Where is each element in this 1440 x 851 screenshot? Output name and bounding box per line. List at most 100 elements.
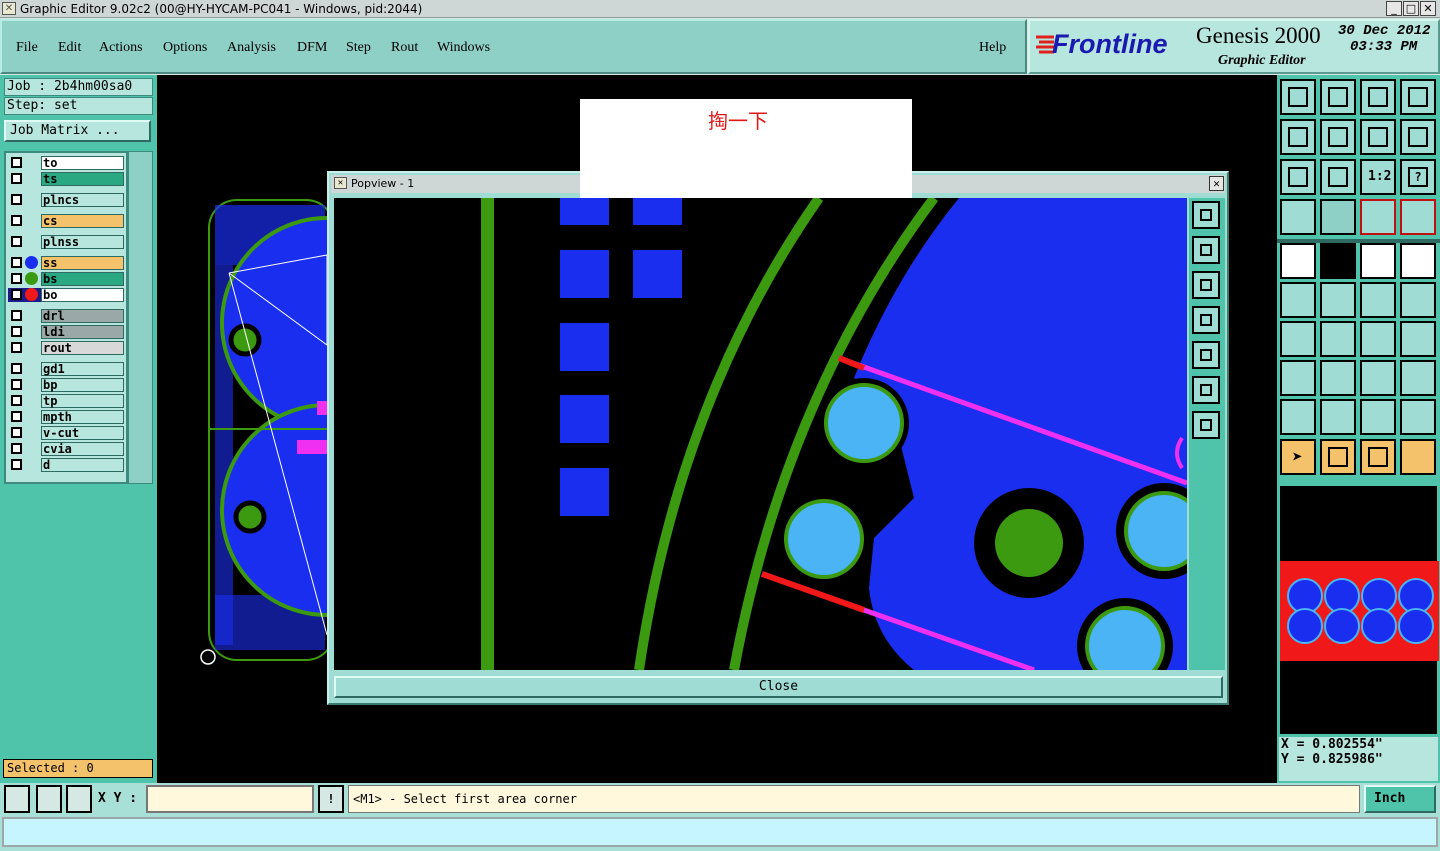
layer-name[interactable]: plncs bbox=[41, 193, 124, 207]
layer-checkbox[interactable] bbox=[11, 443, 22, 454]
layer-checkbox[interactable] bbox=[11, 289, 22, 300]
menu-actions[interactable]: Actions bbox=[99, 40, 143, 56]
zoom-down-icon[interactable] bbox=[1320, 79, 1356, 115]
layer-name[interactable]: cvia bbox=[41, 442, 124, 456]
popview-zoom-view[interactable] bbox=[334, 198, 1187, 670]
layer-row-bp[interactable]: bp bbox=[8, 378, 124, 392]
ruler-icon[interactable] bbox=[1360, 243, 1396, 279]
job-matrix-button[interactable]: Job Matrix ... bbox=[4, 120, 151, 142]
close-window-button[interactable]: ✕ bbox=[1420, 1, 1436, 16]
triangle-icon[interactable] bbox=[1280, 399, 1316, 435]
dimension-icon[interactable] bbox=[1360, 360, 1396, 396]
menu-edit[interactable]: Edit bbox=[58, 40, 81, 56]
menu-windows[interactable]: Windows bbox=[437, 40, 490, 56]
layer-name[interactable]: ts bbox=[41, 172, 124, 186]
units-dropdown[interactable]: Inch bbox=[1364, 785, 1436, 813]
layer-name[interactable]: plnss bbox=[41, 235, 124, 249]
snap-icon[interactable] bbox=[4, 785, 30, 813]
overview-map[interactable] bbox=[1279, 485, 1439, 735]
layer-row-drl[interactable]: drl bbox=[8, 309, 124, 323]
layer-row-ss[interactable]: ss bbox=[8, 256, 124, 270]
minimize-button[interactable]: _ bbox=[1386, 1, 1402, 16]
layer-name[interactable]: gd1 bbox=[41, 362, 124, 376]
split-view-icon[interactable] bbox=[1400, 79, 1436, 115]
popview-pan-up-icon[interactable] bbox=[1192, 236, 1220, 264]
angle-icon[interactable] bbox=[1280, 321, 1316, 357]
layer-row-ts[interactable]: ts bbox=[8, 172, 124, 186]
pad-add-icon[interactable] bbox=[1280, 360, 1316, 396]
layer-row-gd1[interactable]: gd1 bbox=[8, 362, 124, 376]
layer-row-tp[interactable]: tp bbox=[8, 394, 124, 408]
layer-checkbox[interactable] bbox=[11, 173, 22, 184]
layer-checkbox[interactable] bbox=[11, 310, 22, 321]
menu-analysis[interactable]: Analysis bbox=[227, 40, 276, 56]
layer-row-cs[interactable]: cs bbox=[8, 214, 124, 228]
swap-icon[interactable] bbox=[1360, 119, 1396, 155]
a-shape-icon[interactable] bbox=[1320, 399, 1356, 435]
layer-row-rout[interactable]: rout bbox=[8, 341, 124, 355]
snake-icon[interactable] bbox=[1400, 119, 1436, 155]
layer-checkbox[interactable] bbox=[11, 257, 22, 268]
layer-name[interactable]: to bbox=[41, 156, 124, 170]
line-stretch-icon[interactable] bbox=[1400, 282, 1436, 318]
layer-checkbox[interactable] bbox=[11, 236, 22, 247]
layer-checkbox[interactable] bbox=[11, 379, 22, 390]
measure-icon[interactable] bbox=[36, 785, 62, 813]
layer-checkbox[interactable] bbox=[11, 194, 22, 205]
layer-checkbox[interactable] bbox=[11, 427, 22, 438]
menu-options[interactable]: Options bbox=[163, 40, 207, 56]
help-icon[interactable]: ? bbox=[1400, 159, 1436, 195]
pan-left-icon[interactable] bbox=[1280, 119, 1316, 155]
layer-checkbox[interactable] bbox=[11, 459, 22, 470]
layer-name[interactable]: drl bbox=[41, 309, 124, 323]
layer-row-v-cut[interactable]: v-cut bbox=[8, 426, 124, 440]
layer-row-bs[interactable]: bs bbox=[8, 272, 124, 286]
popview-close-icon[interactable]: ✕ bbox=[1209, 176, 1224, 191]
select-feature-icon[interactable] bbox=[1280, 243, 1316, 279]
popview-zoom-icon[interactable] bbox=[1192, 201, 1220, 229]
cross-icon[interactable] bbox=[1320, 282, 1356, 318]
layer-name[interactable]: bs bbox=[41, 272, 124, 286]
xy-input[interactable] bbox=[146, 785, 314, 813]
layer-name[interactable]: rout bbox=[41, 341, 124, 355]
layer-name[interactable]: v-cut bbox=[41, 426, 124, 440]
arc-icon[interactable] bbox=[1360, 321, 1396, 357]
layer-name[interactable]: tp bbox=[41, 394, 124, 408]
menu-dfm[interactable]: DFM bbox=[297, 40, 327, 56]
connect-icon[interactable] bbox=[1280, 282, 1316, 318]
pointer-icon[interactable]: ➤ bbox=[1280, 439, 1316, 475]
a-shape-icon-2[interactable] bbox=[1400, 399, 1436, 435]
ratio-icon[interactable]: 1:2 bbox=[1360, 159, 1396, 195]
pointer-box-icon[interactable] bbox=[1320, 439, 1356, 475]
popview-canvas[interactable] bbox=[334, 198, 1187, 670]
popview-zoom-out-icon[interactable] bbox=[1192, 411, 1220, 439]
layer-list-scrollbar[interactable] bbox=[128, 151, 153, 484]
layer-name[interactable]: ss bbox=[41, 256, 124, 270]
layer-row-plnss[interactable]: plnss bbox=[8, 235, 124, 249]
popview-pan-down-icon[interactable] bbox=[1192, 271, 1220, 299]
layer-checkbox[interactable] bbox=[11, 326, 22, 337]
layer-name[interactable]: bp bbox=[41, 378, 124, 392]
layer-name[interactable]: bo bbox=[41, 288, 124, 302]
popview-zoom-in-icon[interactable] bbox=[1192, 376, 1220, 404]
layer-checkbox[interactable] bbox=[11, 363, 22, 374]
layer-checkbox[interactable] bbox=[11, 342, 22, 353]
menu-file[interactable]: File bbox=[16, 40, 38, 56]
house-icon[interactable] bbox=[1360, 79, 1396, 115]
pointer-path-icon[interactable] bbox=[1400, 439, 1436, 475]
layer-name[interactable]: mpth bbox=[41, 410, 124, 424]
menu-help[interactable]: Help bbox=[979, 40, 1006, 56]
layer-row-plncs[interactable]: plncs bbox=[8, 193, 124, 207]
tools-icon[interactable] bbox=[1280, 199, 1316, 235]
pointer-area-icon[interactable] bbox=[1360, 439, 1396, 475]
grid-snap-icon[interactable] bbox=[66, 785, 92, 813]
a-shape-red-icon[interactable] bbox=[1360, 399, 1396, 435]
layer-checkbox[interactable] bbox=[11, 395, 22, 406]
mirror-icon[interactable] bbox=[1400, 321, 1436, 357]
layer-checkbox[interactable] bbox=[11, 157, 22, 168]
layer-row-ldi[interactable]: ldi bbox=[8, 325, 124, 339]
maximize-button[interactable]: □ bbox=[1403, 1, 1419, 16]
layer-row-d[interactable]: d bbox=[8, 458, 124, 472]
layer-row-mpth[interactable]: mpth bbox=[8, 410, 124, 424]
popview-close-button[interactable]: Close bbox=[334, 676, 1223, 698]
